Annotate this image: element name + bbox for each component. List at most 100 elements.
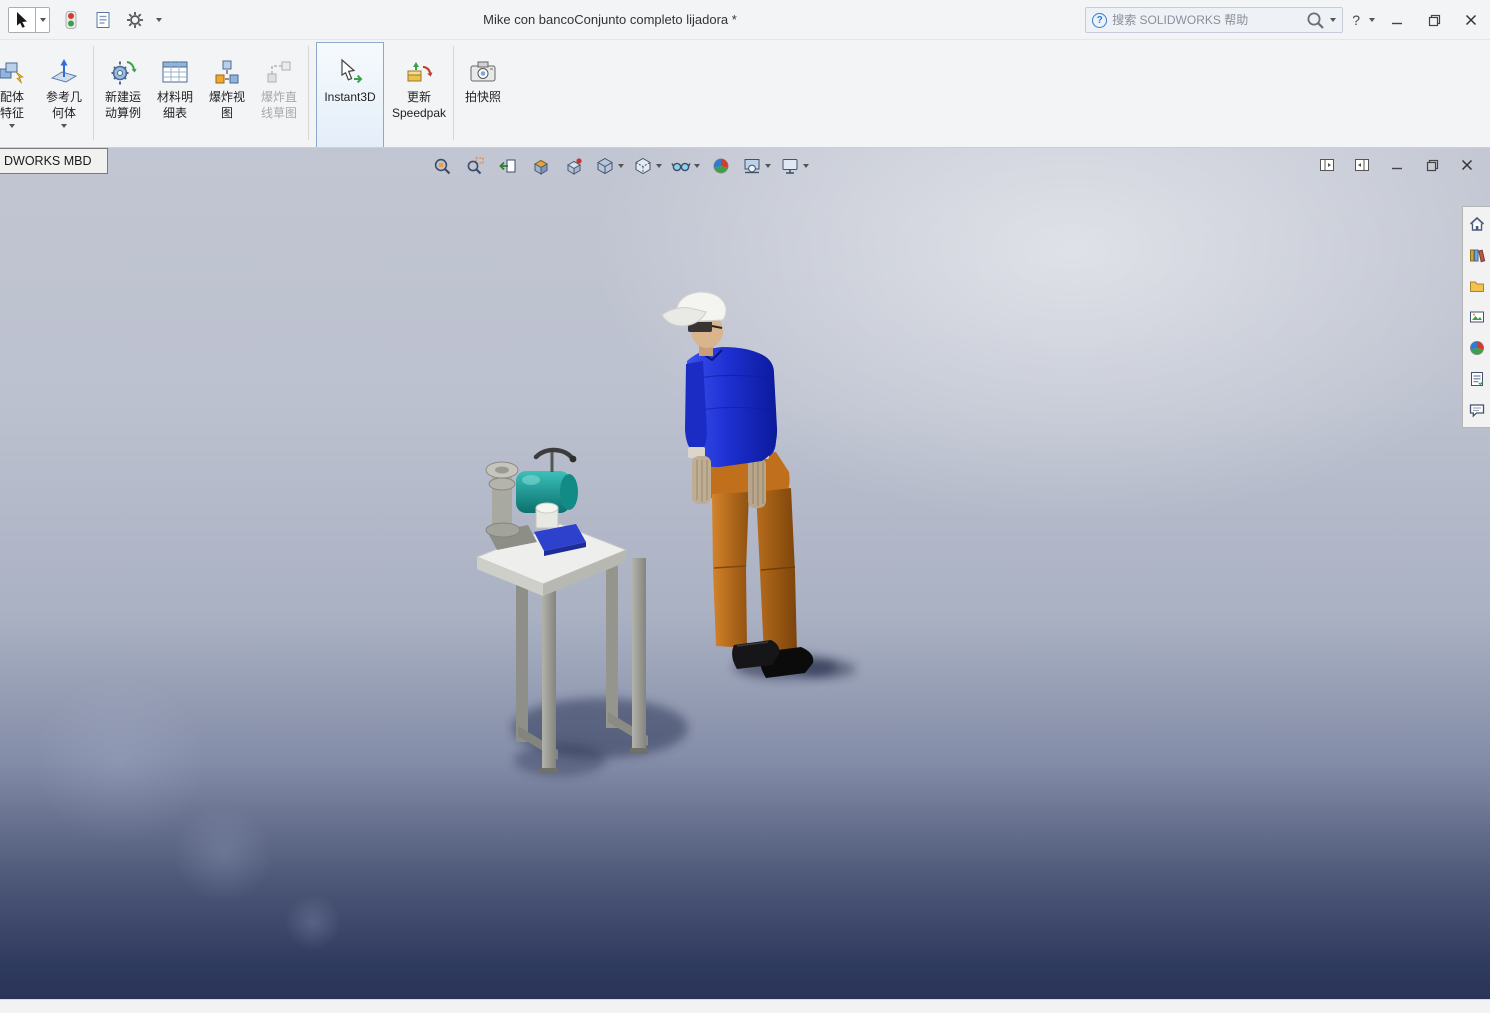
- ribbon-label: Instant3D: [324, 89, 375, 105]
- ribbon-divider: [453, 46, 454, 140]
- ribbon-label: 图: [221, 105, 233, 121]
- instant3d-icon: [335, 55, 365, 89]
- pane-toggle-left-icon[interactable]: [1318, 156, 1336, 174]
- search-input[interactable]: [1112, 13, 1301, 27]
- ribbon-label: 参考几: [46, 89, 82, 105]
- solidworks-window: Mike con bancoConjunto completo lijadora…: [0, 0, 1490, 1013]
- take-snapshot-icon: [468, 55, 498, 89]
- home-icon[interactable]: [1466, 213, 1488, 235]
- document-window-controls: [1318, 156, 1476, 174]
- custom-properties-icon[interactable]: [1466, 368, 1488, 390]
- options-gear-icon[interactable]: [124, 9, 146, 31]
- cursor-arrow-icon: [15, 11, 29, 28]
- explode-line-sketch-icon: [264, 55, 294, 89]
- ribbon-label: 爆炸视: [209, 89, 245, 105]
- graphics-viewport[interactable]: DWORKS MBD: [0, 148, 1490, 999]
- annotation-views-icon[interactable]: [562, 154, 586, 178]
- view-palette-icon[interactable]: [1466, 306, 1488, 328]
- ribbon-divider: [93, 46, 94, 140]
- status-bar: [0, 999, 1490, 1013]
- document-list-icon[interactable]: [92, 9, 114, 31]
- mannequin-model[interactable]: [662, 292, 813, 678]
- search-box: ?: [1085, 7, 1343, 33]
- pane-toggle-right-icon[interactable]: [1353, 156, 1371, 174]
- help-circle-icon: ?: [1092, 13, 1107, 28]
- ribbon-label: 何体: [52, 105, 76, 121]
- ribbon-label: 线草图: [261, 105, 297, 121]
- options-dropdown-icon[interactable]: [156, 18, 162, 22]
- ribbon-label: 更新: [407, 89, 431, 105]
- ribbon-label: 新建运: [105, 89, 141, 105]
- help-dropdown-icon[interactable]: [1369, 18, 1375, 22]
- doc-restore-button[interactable]: [1423, 156, 1441, 174]
- reference-geometry-icon: [49, 55, 79, 89]
- search-icon[interactable]: [1306, 11, 1325, 30]
- traffic-light-icon[interactable]: [60, 9, 82, 31]
- select-tool-combo: [8, 7, 50, 33]
- update-speedpak-icon: [404, 55, 434, 89]
- ribbon-label: 配体: [0, 89, 24, 105]
- ribbon-label: 细表: [163, 105, 187, 121]
- reference-geometry-dropdown-icon[interactable]: [61, 124, 67, 128]
- file-explorer-icon[interactable]: [1466, 275, 1488, 297]
- hide-show-items-dropdown-icon[interactable]: [694, 164, 700, 168]
- ribbon-button-new-motion-study[interactable]: 新建运 动算例: [97, 42, 149, 146]
- exploded-view-icon: [212, 55, 242, 89]
- ribbon-button-assembly-features[interactable]: 配体 特征: [0, 42, 38, 146]
- hide-show-items-icon[interactable]: [671, 154, 700, 178]
- workbench-shadow: [512, 698, 688, 776]
- ribbon-label: Speedpak: [392, 105, 446, 121]
- ribbon-button-exploded-view[interactable]: 爆炸视 图: [201, 42, 253, 146]
- select-tool-button[interactable]: [8, 7, 36, 33]
- ribbon-toolbar: 配体 特征 参考几 何体 新建运 动算例 材料明 细表: [0, 40, 1490, 148]
- ribbon-label: 动算例: [105, 105, 141, 121]
- view-settings-icon[interactable]: [780, 154, 809, 178]
- apply-scene-icon[interactable]: [742, 154, 771, 178]
- ribbon-button-instant3d[interactable]: Instant3D: [316, 42, 384, 148]
- previous-view-icon[interactable]: [496, 154, 520, 178]
- view-orientation-icon[interactable]: [595, 154, 624, 178]
- assembly-features-dropdown-icon[interactable]: [9, 124, 15, 128]
- display-style-icon[interactable]: [633, 154, 662, 178]
- doc-minimize-button[interactable]: [1388, 156, 1406, 174]
- new-motion-study-icon: [108, 55, 138, 89]
- task-pane-tabs: [1462, 206, 1490, 428]
- quick-access-toolbar: [8, 7, 162, 33]
- titlebar: Mike con bancoConjunto completo lijadora…: [0, 0, 1490, 40]
- ribbon-button-reference-geometry[interactable]: 参考几 何体: [38, 42, 90, 146]
- headsup-toolbar: [430, 154, 809, 178]
- ribbon-label: 材料明: [157, 89, 193, 105]
- tab-solidworks-mbd[interactable]: DWORKS MBD: [0, 148, 108, 174]
- ribbon-divider: [308, 46, 309, 140]
- zoom-to-area-icon[interactable]: [463, 154, 487, 178]
- minimize-button[interactable]: [1382, 7, 1412, 33]
- ribbon-button-update-speedpak[interactable]: 更新 Speedpak: [388, 42, 450, 146]
- help-button[interactable]: ?: [1350, 12, 1362, 28]
- edit-appearance-icon[interactable]: [709, 154, 733, 178]
- view-orientation-dropdown-icon[interactable]: [618, 164, 624, 168]
- display-style-dropdown-icon[interactable]: [656, 164, 662, 168]
- ribbon-label: 拍快照: [465, 89, 501, 105]
- view-settings-dropdown-icon[interactable]: [803, 164, 809, 168]
- apply-scene-dropdown-icon[interactable]: [765, 164, 771, 168]
- window-title: Mike con bancoConjunto completo lijadora…: [160, 0, 1060, 40]
- design-library-icon[interactable]: [1466, 244, 1488, 266]
- assembly-features-icon: [0, 55, 27, 89]
- maximize-restore-button[interactable]: [1419, 7, 1449, 33]
- appearances-icon[interactable]: [1466, 337, 1488, 359]
- ribbon-button-bill-of-materials[interactable]: 材料明 细表: [149, 42, 201, 146]
- forum-icon[interactable]: [1466, 399, 1488, 421]
- close-button[interactable]: [1456, 7, 1486, 33]
- bill-of-materials-icon: [160, 55, 190, 89]
- titlebar-right: ? ?: [1085, 0, 1486, 40]
- viewport-3d-scene[interactable]: [0, 148, 1490, 999]
- zoom-to-fit-icon[interactable]: [430, 154, 454, 178]
- doc-close-button[interactable]: [1458, 156, 1476, 174]
- ribbon-button-take-snapshot[interactable]: 拍快照: [457, 42, 509, 146]
- ribbon-button-explode-line-sketch: 爆炸直 线草图: [253, 42, 305, 146]
- search-dropdown-icon[interactable]: [1330, 18, 1336, 22]
- ribbon-label: 爆炸直: [261, 89, 297, 105]
- section-view-icon[interactable]: [529, 154, 553, 178]
- select-tool-dropdown[interactable]: [36, 7, 50, 33]
- ribbon-label: 特征: [0, 105, 24, 121]
